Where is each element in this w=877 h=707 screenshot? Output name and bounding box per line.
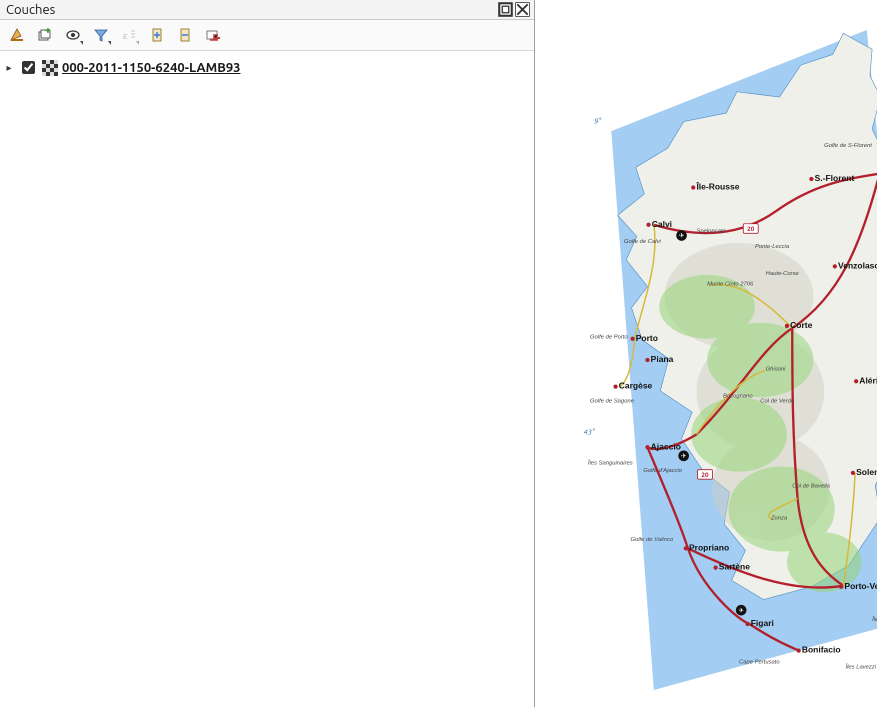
city-label: Piana xyxy=(651,354,674,364)
city-label: Figari xyxy=(751,618,774,628)
collapse-all-button[interactable] xyxy=(174,24,196,46)
minor-label: Ponte-Leccia xyxy=(755,244,790,250)
minor-label: Golfe de Porto xyxy=(590,335,628,341)
minor-label: Golfe de Calvi xyxy=(624,239,661,245)
minor-label: Monte Cinto 2706 xyxy=(707,281,754,287)
chevron-down-icon xyxy=(80,41,83,45)
city-label: Venzolasca xyxy=(838,260,877,270)
remove-layer-button[interactable] xyxy=(202,24,224,46)
filter-by-expression-button: ε xyxy=(118,24,140,46)
chevron-down-icon xyxy=(108,41,111,45)
layer-row[interactable]: ▸ 000-2011-1150-6240-LAMB93 xyxy=(2,57,532,78)
layers-panel: Couches xyxy=(0,0,535,707)
raster-layer-icon xyxy=(42,60,58,76)
minor-label: Golfe d'Ajaccio xyxy=(643,468,683,474)
svg-text:20: 20 xyxy=(747,226,755,233)
panel-title-text: Couches xyxy=(6,3,55,17)
lat-label: 43° xyxy=(584,428,595,437)
city-label: Corte xyxy=(790,320,812,330)
close-button[interactable] xyxy=(515,2,530,17)
expand-toggle[interactable]: ▸ xyxy=(4,62,14,74)
layer-visibility-checkbox[interactable] xyxy=(22,61,35,74)
manage-visibility-button[interactable] xyxy=(62,24,84,46)
minor-label: Zonza xyxy=(770,516,788,522)
dock-button[interactable] xyxy=(498,2,513,17)
panel-title-buttons xyxy=(498,2,530,17)
minor-label: Golfe de Valinco xyxy=(630,537,673,543)
minor-label: Îles Sanguinaires xyxy=(588,459,633,466)
layer-style-button[interactable] xyxy=(6,24,28,46)
svg-text:ε: ε xyxy=(123,30,128,42)
add-group-button[interactable] xyxy=(34,24,56,46)
city-label: S.-Florent xyxy=(815,173,855,183)
layers-tree[interactable]: ▸ 000-2011-1150-6240-LAMB93 xyxy=(0,51,534,707)
city-label: Cargèse xyxy=(619,381,653,391)
filter-legend-button[interactable] xyxy=(90,24,112,46)
svg-text:✈: ✈ xyxy=(679,233,684,240)
city-label: Aléria xyxy=(859,375,877,385)
city-label: Bonifacio xyxy=(802,645,841,655)
panel-titlebar: Couches xyxy=(0,0,534,20)
minor-label: Speloncato xyxy=(696,228,726,234)
minor-label: Haute-Corse xyxy=(766,271,800,277)
minor-label: Golfe de S-Florent xyxy=(824,143,872,149)
city-label: Sartène xyxy=(719,562,750,572)
layer-name[interactable]: 000-2011-1150-6240-LAMB93 xyxy=(62,61,241,75)
minor-label: Golfe de Sagone xyxy=(590,399,635,405)
svg-text:✈: ✈ xyxy=(738,607,743,614)
chevron-down-icon xyxy=(136,41,139,45)
map-raster-display: 20 20 ✈ ✈ ✈ ✈ 9° 43° BastiaCalviCorteAja… xyxy=(555,30,877,690)
city-label: Île-Rousse xyxy=(695,181,739,192)
minor-label: Col de Bavella xyxy=(792,484,830,490)
city-label: Porto-Vecchio xyxy=(844,581,877,591)
svg-text:✈: ✈ xyxy=(681,453,686,460)
city-label: Calvi xyxy=(652,219,672,229)
city-label: Propriano xyxy=(689,543,729,553)
map-canvas[interactable]: 20 20 ✈ ✈ ✈ ✈ 9° 43° BastiaCalviCorteAja… xyxy=(535,0,877,707)
expand-all-button[interactable] xyxy=(146,24,168,46)
minor-label: Îles Lavezzi xyxy=(845,664,876,671)
city-label: Solenzara xyxy=(856,467,877,477)
svg-text:20: 20 xyxy=(701,472,709,479)
city-label: Ajaccio xyxy=(651,441,681,451)
minor-label: Cape Pertusato xyxy=(739,659,780,665)
minor-label: Bocognano xyxy=(723,393,753,399)
panel-toolbar: ε xyxy=(0,20,534,51)
app-root: Couches xyxy=(0,0,877,707)
minor-label: Ghisoni xyxy=(766,367,787,373)
minor-label: Îles Cerbicale xyxy=(872,616,877,623)
minor-label: Col de Verde xyxy=(760,399,795,405)
city-label: Porto xyxy=(636,333,658,343)
lon-label: 9° xyxy=(594,117,601,126)
